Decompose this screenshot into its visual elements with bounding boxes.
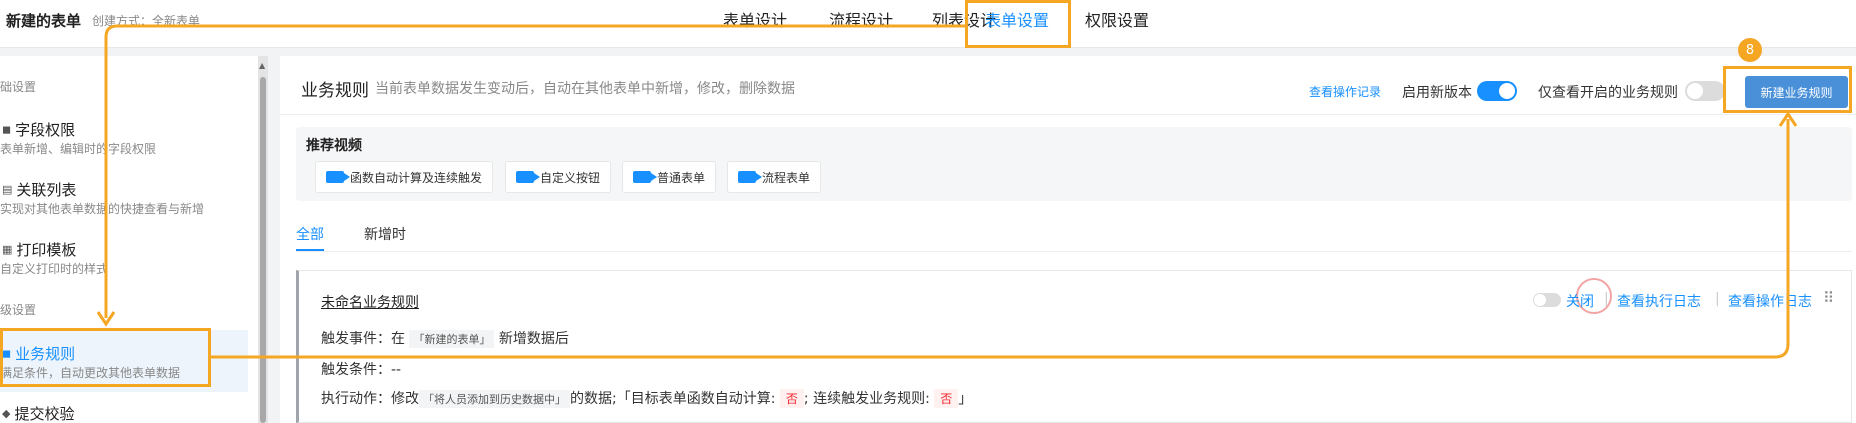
top-bar bbox=[0, 0, 1856, 48]
view-operation-record-link[interactable]: 查看操作记录 bbox=[1309, 83, 1381, 100]
video-chip[interactable]: 流程表单 bbox=[727, 161, 822, 193]
sidebar-item-label: 字段权限 bbox=[15, 121, 76, 139]
printer-icon: ▦ bbox=[2, 243, 13, 256]
separator: | bbox=[1715, 291, 1720, 307]
tab-form-design[interactable]: 表单设计 bbox=[723, 7, 787, 31]
header-divider bbox=[280, 114, 1856, 115]
tab-flow-design[interactable]: 流程设计 bbox=[829, 7, 893, 31]
sidebar-item-print-template[interactable]: ▦ 打印模板 bbox=[2, 239, 76, 260]
create-mode-label: 创建方式：全新表单 bbox=[92, 14, 201, 28]
separator: | bbox=[1604, 291, 1609, 307]
tabs-divider bbox=[296, 251, 1852, 252]
sidebar-item-related-list[interactable]: ▤ 关联列表 bbox=[2, 179, 76, 200]
only-enabled-rules-toggle[interactable] bbox=[1685, 81, 1725, 101]
video-camera-icon bbox=[738, 171, 762, 183]
sidebar-scroll-thumb[interactable] bbox=[260, 77, 266, 423]
highlight-box-business-rules bbox=[0, 328, 211, 387]
rule-trigger-condition: 触发条件：-- bbox=[321, 362, 402, 378]
target-form-tag: 「将人员添加到历史数据中」 bbox=[419, 390, 570, 408]
tab-all[interactable]: 全部 bbox=[296, 224, 324, 244]
video-chip-label: 普通表单 bbox=[657, 170, 706, 185]
shield-icon: ◆ bbox=[2, 407, 11, 420]
video-camera-icon bbox=[633, 171, 657, 183]
toggle-knob bbox=[1534, 294, 1546, 306]
sidebar-item-desc: 实现对其他表单数据的快捷查看与新增 bbox=[0, 202, 205, 216]
sidebar-section-advanced: 级设置 bbox=[0, 303, 37, 317]
form-tag: 「新建的表单」 bbox=[409, 330, 495, 348]
video-chip-label: 自定义按钮 bbox=[540, 170, 601, 185]
toggle-knob bbox=[1499, 83, 1515, 99]
sidebar-item-field-permission[interactable]: ◼ 字段权限 bbox=[2, 119, 75, 140]
field-icon: ◼ bbox=[2, 123, 12, 136]
video-chip-label: 流程表单 bbox=[762, 170, 811, 185]
rule-action: 执行动作：修改 「将人员添加到历史数据中」 的数据;「目标表单函数自动计算: 否; … bbox=[321, 389, 973, 408]
video-chip-label: 函数自动计算及连续触发 bbox=[350, 170, 483, 185]
step-badge: 8 bbox=[1738, 38, 1762, 62]
video-chip[interactable]: 函数自动计算及连续触发 bbox=[315, 161, 494, 193]
rule-trigger-event: 触发事件：在 「新建的表单」 新增数据后 bbox=[321, 330, 569, 348]
highlight-box-new-rule bbox=[1723, 66, 1852, 113]
recommend-video-title: 推荐视频 bbox=[306, 138, 362, 154]
view-execution-log-link[interactable]: 查看执行日志 bbox=[1617, 291, 1701, 311]
value-tag: 否 bbox=[934, 389, 959, 408]
drag-handle-icon[interactable]: ⠿ bbox=[1823, 289, 1834, 307]
sidebar-item-label: 提交校验 bbox=[14, 405, 75, 423]
sidebar-item-submit-check[interactable]: ◆ 提交校验 bbox=[2, 403, 74, 423]
rule-status-label: 关闭 bbox=[1566, 294, 1594, 310]
sidebar-item-label: 打印模板 bbox=[16, 241, 77, 259]
tab-on-create[interactable]: 新增时 bbox=[364, 224, 406, 244]
sidebar-item-label: 关联列表 bbox=[16, 181, 77, 199]
enable-new-version-toggle[interactable] bbox=[1477, 81, 1517, 101]
video-chip[interactable]: 普通表单 bbox=[622, 161, 717, 193]
page-title: 业务规则 bbox=[301, 81, 369, 101]
sidebar-section-basic: 础设置 bbox=[0, 80, 37, 94]
rule-name[interactable]: 未命名业务规则 bbox=[321, 292, 419, 312]
highlight-box-form-settings bbox=[965, 0, 1071, 48]
video-camera-icon bbox=[516, 171, 540, 183]
only-enabled-rules-label: 仅查看开启的业务规则 bbox=[1538, 85, 1678, 101]
enable-new-version-label: 启用新版本 bbox=[1402, 85, 1472, 101]
rule-enable-toggle[interactable] bbox=[1533, 293, 1561, 307]
view-operation-log-link[interactable]: 查看操作日志 bbox=[1728, 291, 1812, 311]
video-chip[interactable]: 自定义按钮 bbox=[505, 161, 612, 193]
sidebar-item-desc: 自定义打印时的样式 bbox=[0, 262, 109, 276]
toggle-knob bbox=[1687, 83, 1703, 99]
sidebar-item-desc: 表单新增、编辑时的字段权限 bbox=[0, 142, 157, 156]
value-tag: 否 bbox=[779, 389, 804, 408]
tab-permission-settings[interactable]: 权限设置 bbox=[1085, 7, 1149, 31]
page-description: 当前表单数据发生变动后，自动在其他表单中新增，修改，删除数据 bbox=[375, 81, 795, 97]
video-camera-icon bbox=[326, 171, 350, 183]
list-icon: ▤ bbox=[2, 183, 13, 196]
scroll-up-icon[interactable]: ▲ bbox=[259, 61, 265, 70]
form-title: 新建的表单 bbox=[6, 12, 82, 30]
